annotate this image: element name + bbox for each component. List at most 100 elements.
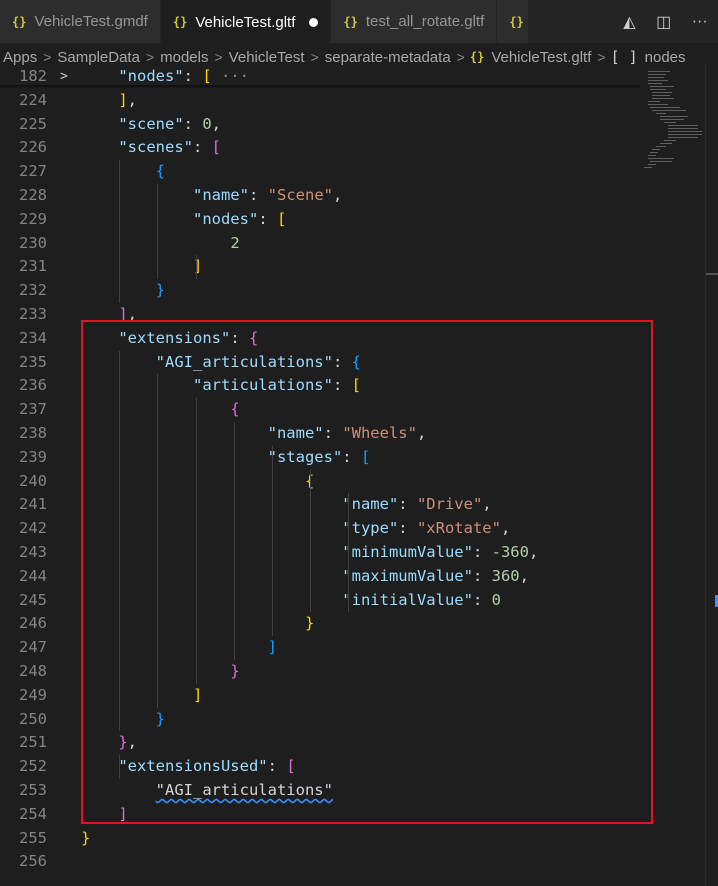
indent-guide	[157, 374, 159, 708]
code-line[interactable]: 246 }	[0, 612, 640, 636]
code-line[interactable]: 235 "AGI_articulations": {	[0, 351, 640, 375]
breadcrumb-item[interactable]: SampleData	[54, 49, 143, 66]
line-number: 249	[19, 685, 47, 704]
line-number: 226	[19, 138, 47, 157]
code-line[interactable]: 240 {	[0, 470, 640, 494]
code-line[interactable]: 253 "AGI_articulations"	[0, 779, 640, 803]
tab-1[interactable]: {} VehicleTest.gltf	[160, 0, 332, 43]
breadcrumb-item[interactable]: VehicleTest	[226, 49, 308, 66]
minimap-line	[668, 128, 698, 129]
code-token: ]	[118, 804, 128, 823]
tab-3[interactable]: {}	[497, 0, 529, 43]
breadcrumb-item[interactable]: Apps	[0, 49, 40, 66]
vertical-scrollbar[interactable]	[705, 65, 718, 886]
line-number: 234	[19, 328, 47, 347]
code-line[interactable]: 250 }	[0, 708, 640, 732]
code-line[interactable]: 233 ],	[0, 303, 640, 327]
code-token: "AGI_articulations"	[155, 352, 333, 371]
gltf-preview-icon[interactable]: ◭	[623, 12, 635, 32]
line-number: 245	[19, 590, 47, 609]
code-line[interactable]: 254 ]	[0, 803, 640, 827]
minimap[interactable]	[640, 65, 706, 175]
code-line[interactable]: 247 ]	[0, 636, 640, 660]
code-token: ]	[118, 90, 128, 109]
minimap-line	[648, 158, 674, 159]
code-line[interactable]: 225 "scene": 0,	[0, 113, 640, 137]
indent-guide	[119, 755, 121, 779]
code-line[interactable]: 224 ],	[0, 89, 640, 113]
more-actions-icon[interactable]: ···	[692, 13, 708, 31]
code-text: ],	[81, 303, 137, 327]
code-line[interactable]: 238 "name": "Wheels",	[0, 422, 640, 446]
code-token: ]	[192, 685, 203, 704]
code-token: :	[398, 519, 417, 538]
code-line[interactable]: 231 ]	[0, 255, 640, 279]
code-token: 360	[491, 566, 520, 585]
code-line[interactable]: 252 "extensionsUsed": [	[0, 755, 640, 779]
breadcrumb-item[interactable]: models	[157, 49, 211, 66]
minimap-line	[652, 92, 672, 93]
code-line[interactable]: 227 {	[0, 160, 640, 184]
breadcrumb-file[interactable]: VehicleTest.gltf	[488, 49, 594, 66]
code-line[interactable]: 239 "stages": [	[0, 446, 640, 470]
code-text: "type": "xRotate",	[81, 517, 510, 541]
code-line[interactable]: 232 }	[0, 279, 640, 303]
editor-actions: ◭ ◫ ···	[613, 0, 718, 43]
code-line[interactable]: 241 "name": "Drive",	[0, 493, 640, 517]
breadcrumb-symbol[interactable]: nodes	[642, 49, 689, 66]
code-token: :	[323, 424, 343, 442]
tab-0[interactable]: {} VehicleTest.gmdf	[0, 0, 161, 43]
code-line[interactable]: 242 "type": "xRotate",	[0, 517, 640, 541]
unsaved-dot-icon[interactable]	[309, 17, 319, 27]
code-line[interactable]: 236 "articulations": [	[0, 374, 640, 398]
code-text: },	[81, 731, 137, 755]
json-file-icon: {}	[509, 14, 524, 29]
code-line[interactable]: 255}	[0, 827, 640, 851]
code-text: "name": "Wheels",	[81, 422, 427, 446]
code-token: {	[351, 352, 361, 371]
chevron-right-icon: >	[145, 49, 155, 65]
tab-2[interactable]: {} test_all_rotate.gltf	[331, 0, 498, 43]
breadcrumb-item[interactable]: separate-metadata	[322, 49, 454, 66]
line-number: 253	[19, 781, 47, 799]
code-token: }	[230, 662, 240, 680]
chevron-right-icon: >	[43, 49, 52, 65]
code-line[interactable]: 245 "initialValue": 0	[0, 589, 640, 613]
code-line[interactable]: 256	[0, 850, 640, 874]
code-editor[interactable]: 182 > "nodes": [ ··· 224 ], 225 "scene": 0,…	[0, 65, 718, 886]
code-line[interactable]: 248 }	[0, 660, 640, 684]
tab-label: test_all_rotate.gltf	[365, 13, 485, 30]
split-editor-icon[interactable]: ◫	[656, 12, 671, 32]
code-token: :	[192, 138, 212, 157]
code-line[interactable]: 244 "maximumValue": 360,	[0, 565, 640, 589]
minimap-line	[660, 116, 688, 117]
minimap-line	[650, 86, 674, 87]
code-text: {	[81, 160, 165, 184]
minimap-line	[656, 146, 666, 147]
code-token: "scene"	[118, 114, 184, 133]
code-text: ],	[81, 89, 137, 113]
line-number: 243	[19, 543, 47, 561]
code-token: [	[286, 757, 296, 776]
code-line[interactable]: 234 "extensions": {	[0, 327, 640, 351]
code-line[interactable]: 226 "scenes": [	[0, 136, 640, 160]
code-line[interactable]: 243 "minimumValue": -360,	[0, 541, 640, 565]
code-token: [	[351, 376, 361, 395]
code-token: -360	[491, 543, 529, 561]
code-line[interactable]: 229 "nodes": [	[0, 208, 640, 232]
code-line[interactable]: 228 "name": "Scene",	[0, 184, 640, 208]
code-token: }	[155, 709, 165, 728]
code-line[interactable]: 237 {	[0, 398, 640, 422]
code-line[interactable]: 249 ]	[0, 684, 640, 708]
code-line[interactable]: 251 },	[0, 731, 640, 755]
line-number: 241	[19, 495, 47, 514]
line-number: 239	[19, 447, 47, 466]
code-line[interactable]: 230 2	[0, 232, 640, 256]
